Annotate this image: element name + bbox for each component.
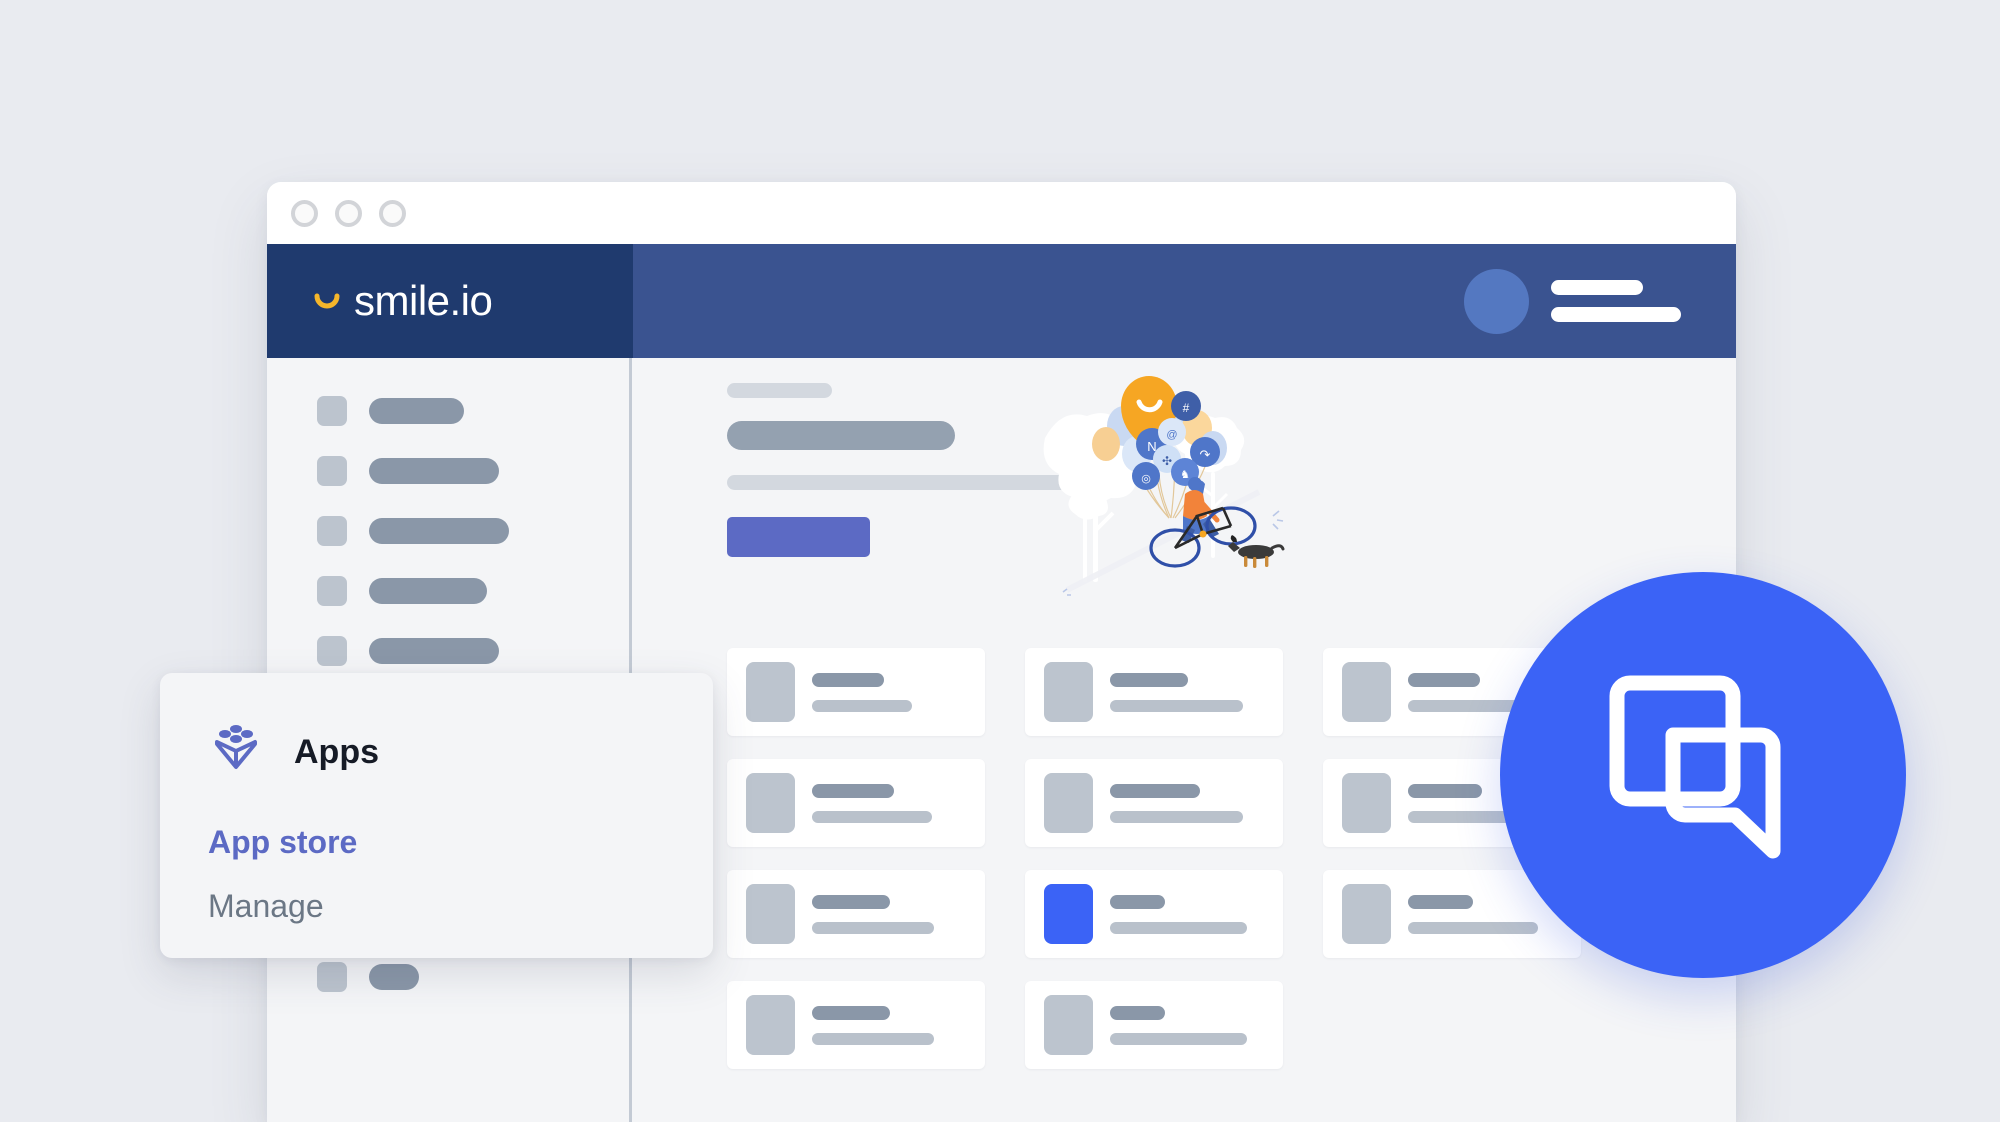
app-card-text bbox=[812, 783, 932, 823]
apps-dropdown-panel: Apps App store Manage bbox=[160, 673, 713, 958]
apps-box-icon bbox=[208, 721, 264, 782]
sidebar-item-3[interactable] bbox=[317, 516, 629, 546]
hero-primary-button[interactable] bbox=[727, 517, 870, 557]
browser-titlebar bbox=[267, 182, 1736, 244]
avatar[interactable] bbox=[1464, 268, 1529, 334]
app-card[interactable] bbox=[727, 981, 985, 1069]
apps-panel-title: Apps bbox=[294, 732, 379, 771]
app-card-thumbnail bbox=[1044, 662, 1093, 722]
app-card-text bbox=[1408, 894, 1538, 934]
app-card-thumbnail bbox=[746, 995, 795, 1055]
svg-text:♞: ♞ bbox=[1180, 469, 1190, 481]
sidebar-item-icon bbox=[317, 576, 347, 606]
app-navbar: smile.io bbox=[267, 244, 1736, 358]
apps-panel-header: Apps bbox=[160, 721, 713, 782]
app-card-text bbox=[1110, 1005, 1247, 1045]
maximize-dot-icon[interactable] bbox=[379, 199, 406, 227]
navbar-right bbox=[633, 244, 1736, 358]
app-card-text bbox=[1110, 672, 1243, 712]
sidebar-item-1[interactable] bbox=[317, 396, 629, 426]
sidebar-item-label bbox=[369, 518, 509, 544]
close-dot-icon[interactable] bbox=[291, 199, 318, 227]
sidebar-item-2[interactable] bbox=[317, 456, 629, 486]
sidebar-item-lower[interactable] bbox=[317, 962, 419, 992]
cyclist-with-balloons-illustration: # N @ ✣ ↷ ♞ ◎ bbox=[1027, 366, 1287, 606]
app-card[interactable] bbox=[727, 759, 985, 847]
sidebar-list bbox=[267, 358, 629, 666]
svg-text:↷: ↷ bbox=[1200, 447, 1211, 462]
app-card[interactable] bbox=[727, 648, 985, 736]
app-cards-grid bbox=[727, 648, 1581, 1069]
svg-text:✣: ✣ bbox=[1162, 454, 1172, 468]
sidebar-item-4[interactable] bbox=[317, 576, 629, 606]
smile-arc-icon bbox=[312, 286, 342, 316]
apps-menu-item-app-store[interactable]: App store bbox=[160, 826, 713, 858]
sidebar-item-label bbox=[369, 458, 499, 484]
sidebar-item-icon bbox=[317, 962, 347, 992]
floating-app-badge[interactable] bbox=[1500, 572, 1906, 978]
app-card-thumbnail bbox=[746, 773, 795, 833]
brand-area[interactable]: smile.io bbox=[267, 244, 633, 358]
minimize-dot-icon[interactable] bbox=[335, 199, 362, 227]
brand-name: smile.io bbox=[354, 277, 493, 324]
apps-menu-item-manage[interactable]: Manage bbox=[160, 890, 713, 922]
sidebar-item-label bbox=[369, 578, 487, 604]
app-card-text bbox=[1110, 783, 1243, 823]
app-card-text bbox=[812, 1005, 934, 1045]
sidebar-item-icon bbox=[317, 456, 347, 486]
app-card-highlighted[interactable] bbox=[1025, 870, 1283, 958]
sidebar-item-icon bbox=[317, 516, 347, 546]
app-card-text bbox=[812, 672, 912, 712]
hamburger-menu-icon[interactable] bbox=[1551, 280, 1681, 322]
chat-window-overlap-icon bbox=[1603, 675, 1803, 876]
sidebar-item-icon bbox=[317, 396, 347, 426]
app-card-thumbnail-accent bbox=[1044, 884, 1093, 944]
app-card-text bbox=[1408, 672, 1528, 712]
svg-text:@: @ bbox=[1166, 429, 1177, 441]
sidebar-item-5[interactable] bbox=[317, 636, 629, 666]
app-card[interactable] bbox=[727, 870, 985, 958]
browser-window: smile.io # N @ ✣ ↷ ♞ ◎ bbox=[267, 182, 1736, 1122]
app-card[interactable] bbox=[1025, 648, 1283, 736]
app-card-thumbnail bbox=[1044, 995, 1093, 1055]
app-card-thumbnail bbox=[1044, 773, 1093, 833]
sidebar-item-label bbox=[369, 638, 499, 664]
hero-title-placeholder bbox=[727, 421, 955, 450]
app-card-text bbox=[812, 894, 934, 934]
sidebar-item-icon bbox=[317, 636, 347, 666]
app-card-thumbnail bbox=[746, 662, 795, 722]
app-card-thumbnail bbox=[1342, 662, 1391, 722]
app-card-thumbnail bbox=[1342, 773, 1391, 833]
app-card-thumbnail bbox=[746, 884, 795, 944]
app-card[interactable] bbox=[1025, 759, 1283, 847]
app-card-thumbnail bbox=[1342, 884, 1391, 944]
sidebar-item-label bbox=[369, 398, 464, 424]
app-card[interactable] bbox=[1025, 981, 1283, 1069]
hero-eyebrow-placeholder bbox=[727, 383, 832, 398]
svg-text:◎: ◎ bbox=[1141, 473, 1151, 485]
sidebar-item-label bbox=[369, 964, 419, 990]
app-card-text bbox=[1110, 894, 1247, 934]
svg-text:#: # bbox=[1183, 401, 1190, 415]
